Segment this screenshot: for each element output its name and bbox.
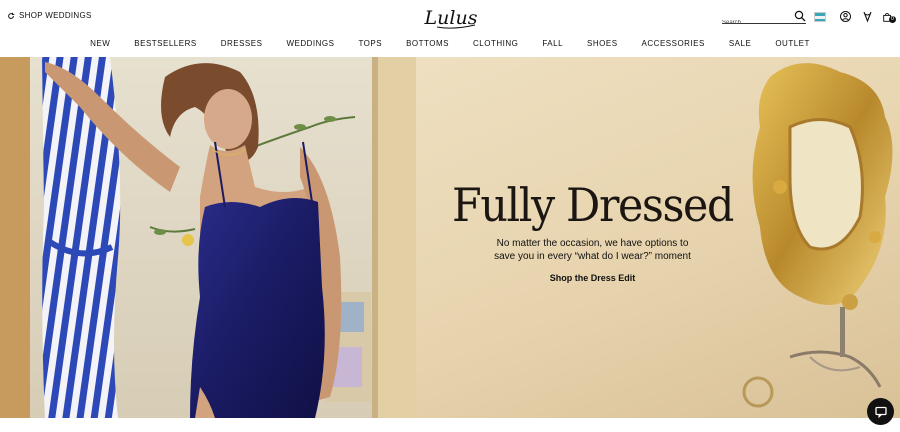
nav-item-dresses[interactable]: DRESSES — [209, 36, 275, 52]
nav-item-fall[interactable]: FALL — [530, 36, 575, 52]
nav-item-clothing[interactable]: CLOTHING — [461, 36, 530, 52]
shop-weddings-link[interactable]: SHOP WEDDINGS — [7, 11, 92, 20]
hero-subtitle-line-1: No matter the occasion, we have options … — [496, 238, 689, 249]
cart-count-badge: 0 — [889, 16, 896, 23]
hero-subtitle-line-2: save you in every “what do I wear?” mome… — [494, 251, 691, 262]
flag-icon[interactable] — [814, 12, 826, 22]
search-bar — [722, 10, 806, 29]
top-bar: SHOP WEDDINGS Lulus 0 — [0, 0, 900, 34]
nav-item-accessories[interactable]: ACCESSORIES — [630, 36, 717, 52]
chat-button[interactable] — [867, 398, 894, 425]
account-icon[interactable] — [839, 10, 852, 23]
nav-item-weddings[interactable]: WEDDINGS — [274, 36, 346, 52]
hero-title: Fully Dressed — [452, 178, 734, 232]
nav-item-outlet[interactable]: OUTLET — [763, 36, 822, 52]
shop-weddings-label: SHOP WEDDINGS — [19, 11, 92, 20]
page-bottom-strip — [0, 418, 900, 432]
nav-item-bestsellers[interactable]: BESTSELLERS — [122, 36, 208, 52]
search-icon[interactable] — [794, 10, 806, 22]
main-nav: NEW BESTSELLERS DRESSES WEDDINGS TOPS BO… — [0, 36, 900, 52]
search-input[interactable] — [722, 17, 790, 29]
shop-dress-edit-link[interactable]: Shop the Dress Edit — [550, 273, 636, 283]
hero-text-block: Fully Dressed No matter the occasion, we… — [440, 175, 745, 286]
chat-icon — [874, 406, 887, 418]
hero-banner[interactable]: Fully Dressed No matter the occasion, we… — [0, 57, 900, 418]
refresh-icon — [8, 12, 15, 19]
nav-item-new[interactable]: NEW — [78, 36, 122, 52]
nav-item-tops[interactable]: TOPS — [346, 36, 394, 52]
nav-item-bottoms[interactable]: BOTTOMS — [394, 36, 461, 52]
hero-subtitle: No matter the occasion, we have options … — [440, 237, 745, 263]
nav-item-sale[interactable]: SALE — [717, 36, 763, 52]
lulus-logo[interactable]: Lulus — [423, 5, 479, 31]
nav-item-shoes[interactable]: SHOES — [575, 36, 630, 52]
wishlist-icon[interactable] — [861, 10, 874, 23]
cart-button[interactable]: 0 — [882, 10, 896, 23]
